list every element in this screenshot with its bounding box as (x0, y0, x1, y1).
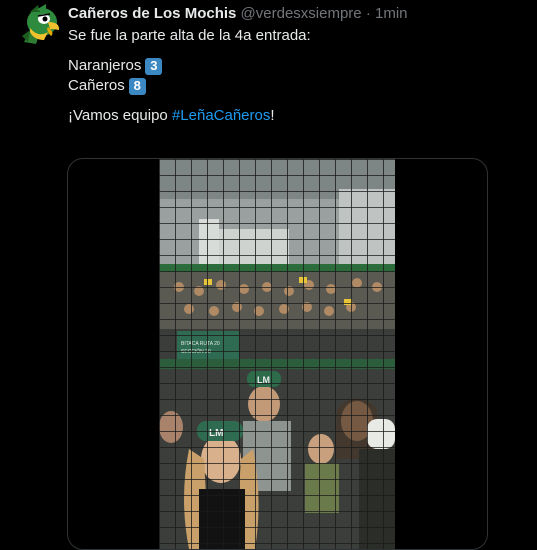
timestamp[interactable]: 1min (375, 5, 408, 22)
canero-parrot-mascot-icon[interactable] (18, 2, 62, 46)
user-handle[interactable]: @verdesxsiempre (241, 5, 362, 22)
video-frame-image: BITACA RUTA 20 SECCIÓN 20 LM LM (159, 159, 395, 549)
keycap-number-icon: 8 (128, 77, 146, 95)
display-name[interactable]: Cañeros de Los Mochis (68, 5, 236, 22)
inning-line: Se fue la parte alta de la 4a entrada: (68, 26, 508, 46)
closing-line: ¡Vamos equipo #LeñaCañeros ! (68, 106, 508, 126)
tweet-header: Cañeros de Los Mochis @verdesxsiempre · … (68, 4, 408, 24)
media-container[interactable]: BITACA RUTA 20 SECCIÓN 20 LM LM (67, 158, 488, 550)
score-line-caneros: Cañeros 8 (68, 76, 508, 96)
hashtag-link[interactable]: #LeñaCañeros (172, 106, 270, 126)
closing-suffix: ! (270, 107, 275, 124)
separator-dot: · (365, 5, 371, 22)
keycap-number-icon: 3 (145, 57, 163, 75)
tweet-text: Se fue la parte alta de la 4a entrada: N… (68, 26, 508, 126)
team-name-naranjeros: Naranjeros (68, 57, 142, 74)
score-line-naranjeros: Naranjeros 3 (68, 56, 508, 76)
video-player[interactable]: BITACA RUTA 20 SECCIÓN 20 LM LM (159, 159, 395, 549)
inning-text: Se fue la parte alta de la 4a entrada: (68, 27, 311, 44)
tweet: Cañeros de Los Mochis @verdesxsiempre · … (0, 0, 537, 550)
closing-prefix: ¡Vamos equipo (68, 107, 172, 124)
team-name-caneros: Cañeros (68, 77, 125, 94)
